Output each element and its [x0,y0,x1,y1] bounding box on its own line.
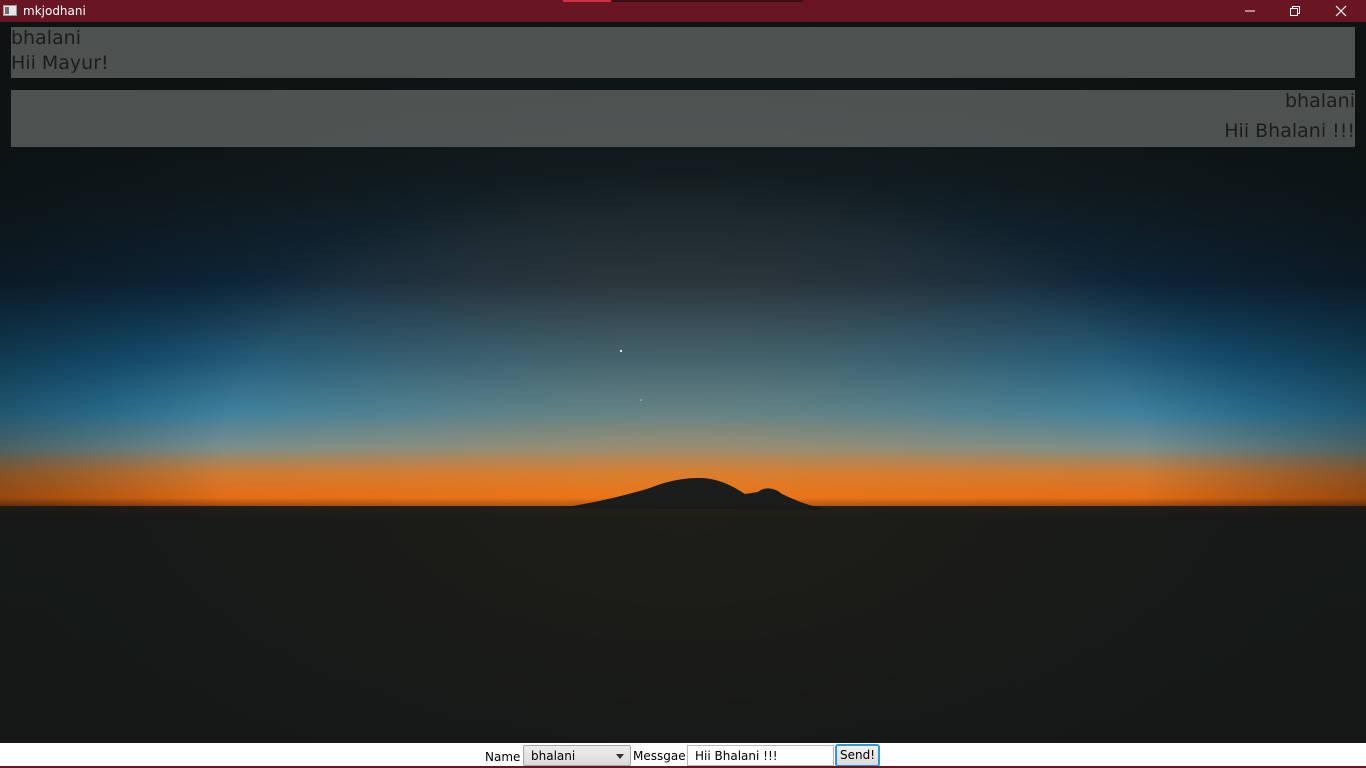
message-label: Messgae : [633,749,694,763]
app-window: mkjodhani bhalani Hii Mayur! bhalani Hii… [0,0,1366,768]
window-title: mkjodhani [23,4,86,18]
title-accent [563,0,611,2]
message-text: Hii Mayur! [11,52,109,74]
message-sender: bhalani [11,27,81,49]
chevron-down-icon [616,754,624,759]
close-button[interactable] [1318,0,1364,22]
restore-button[interactable] [1272,0,1318,22]
minimize-icon [1245,10,1255,12]
message-input[interactable] [687,745,834,766]
close-icon [1335,5,1347,17]
message-bubble-received: bhalani Hii Mayur! [11,27,1355,78]
message-bubble-sent: bhalani Hii Bhalani !!! [11,90,1355,147]
message-text: Hii Bhalani !!! [1224,120,1355,142]
send-button[interactable]: Send! [835,744,880,767]
message-sender: bhalani [1285,90,1355,112]
name-dropdown-value: bhalani [531,749,576,763]
title-accent-dark [611,0,803,2]
restore-icon [1290,6,1300,16]
title-bar[interactable]: mkjodhani [0,0,1366,22]
app-window-icon [3,5,17,16]
name-label: Name : [485,750,529,764]
minimize-button[interactable] [1227,0,1273,22]
name-dropdown[interactable]: bhalani [523,745,631,766]
